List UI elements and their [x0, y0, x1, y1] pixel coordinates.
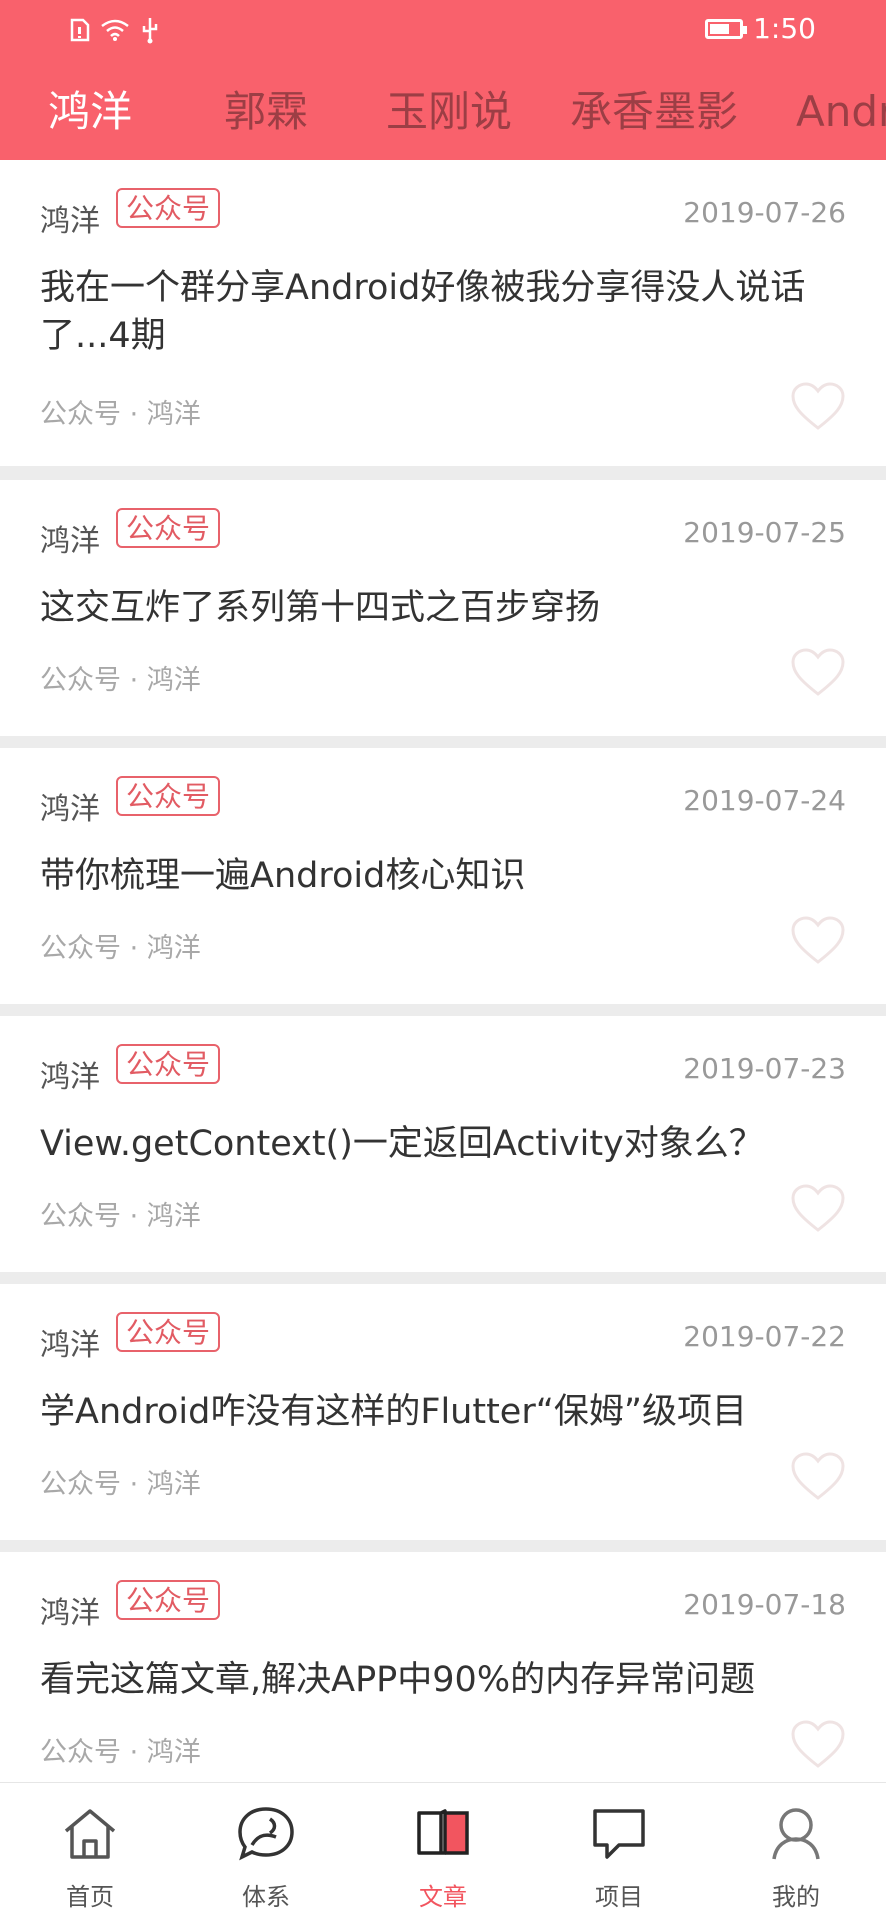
article-author: 鸿洋	[40, 1328, 100, 1363]
article-meta: 公众号 · 鸿洋	[40, 1201, 201, 1232]
battery-icon	[705, 18, 748, 39]
status-icons-right: 1:50	[705, 12, 816, 45]
heart-icon[interactable]	[790, 382, 846, 432]
chat-bubble-icon	[238, 1807, 294, 1861]
tab-hongyang[interactable]: 鸿洋	[48, 84, 132, 140]
bottom-nav: 首页 体系 文章 项目 我的	[0, 1782, 886, 1921]
article-title: 看完这篇文章,解决APP中90%的内存异常问题	[40, 1660, 756, 1700]
article-date: 2019-07-25	[683, 516, 846, 549]
article-meta: 公众号 · 鸿洋	[40, 1737, 201, 1768]
usb-icon	[142, 18, 158, 44]
article-tag: 公众号	[116, 508, 221, 548]
heart-icon[interactable]	[790, 916, 846, 966]
message-icon	[593, 1809, 645, 1859]
article-tag: 公众号	[116, 776, 221, 816]
status-bar: 1:50	[0, 0, 886, 66]
article-card[interactable]: 鸿洋 公众号 2019-07-26 我在一个群分享Android好像被我分享得没…	[0, 160, 886, 466]
nav-system-label: 体系	[242, 1883, 290, 1911]
article-title: 带你梳理一遍Android核心知识	[40, 856, 526, 896]
article-title: View.getContext()一定返回Activity对象么？	[40, 1124, 764, 1164]
article-card[interactable]: 鸿洋 公众号 2019-07-23 View.getContext()一定返回A…	[0, 1016, 886, 1272]
article-author: 鸿洋	[40, 524, 100, 559]
wifi-icon	[101, 19, 129, 41]
article-date: 2019-07-18	[683, 1588, 846, 1621]
heart-icon[interactable]	[790, 1720, 846, 1770]
article-card[interactable]: 鸿洋 公众号 2019-07-24 带你梳理一遍Android核心知识 公众号 …	[0, 748, 886, 1004]
article-tag: 公众号	[116, 1312, 221, 1352]
article-tag: 公众号	[116, 1580, 221, 1620]
article-card[interactable]: 鸿洋 公众号 2019-07-18 看完这篇文章,解决APP中90%的内存异常问…	[0, 1552, 886, 1812]
person-icon	[772, 1808, 820, 1860]
app-header: 1:50 鸿洋 郭霖 玉刚说 承香墨影 Andro	[0, 0, 886, 160]
heart-icon[interactable]	[790, 1184, 846, 1234]
article-date: 2019-07-23	[683, 1052, 846, 1085]
article-date: 2019-07-24	[683, 784, 846, 817]
nav-home-label: 首页	[66, 1883, 114, 1911]
tab-yugangshuo[interactable]: 玉刚说	[386, 84, 512, 140]
article-meta: 公众号 · 鸿洋	[40, 933, 201, 964]
nav-articles-label: 文章	[419, 1883, 467, 1911]
article-title: 这交互炸了系列第十四式之百步穿扬	[40, 588, 601, 628]
nav-mine-label: 我的	[772, 1883, 820, 1911]
heart-icon[interactable]	[790, 648, 846, 698]
article-tag: 公众号	[116, 188, 221, 228]
article-meta: 公众号 · 鸿洋	[40, 399, 201, 430]
article-tag: 公众号	[116, 1044, 221, 1084]
article-author: 鸿洋	[40, 204, 100, 239]
article-author: 鸿洋	[40, 1596, 100, 1631]
status-icons-left	[70, 16, 160, 44]
heart-icon[interactable]	[790, 1452, 846, 1502]
article-title: 学Android咋没有这样的Flutter“保姆”级项目	[40, 1392, 747, 1432]
category-tabs: 鸿洋 郭霖 玉刚说 承香墨影 Andro	[0, 84, 886, 144]
tab-chengxiangmoying[interactable]: 承香墨影	[570, 84, 738, 140]
status-time: 1:50	[753, 12, 816, 45]
home-icon	[64, 1809, 116, 1859]
article-title: 我在一个群分享Android好像被我分享得没人说话了...4期	[40, 268, 806, 356]
article-card[interactable]: 鸿洋 公众号 2019-07-22 学Android咋没有这样的Flutter“…	[0, 1284, 886, 1540]
article-date: 2019-07-22	[683, 1320, 846, 1353]
book-icon	[417, 1809, 469, 1855]
article-author: 鸿洋	[40, 1060, 100, 1095]
tab-guolin[interactable]: 郭霖	[224, 84, 308, 140]
article-card[interactable]: 鸿洋 公众号 2019-07-25 这交互炸了系列第十四式之百步穿扬 公众号 ·…	[0, 480, 886, 736]
sim-icon	[70, 18, 90, 42]
article-meta: 公众号 · 鸿洋	[40, 1469, 201, 1500]
article-meta: 公众号 · 鸿洋	[40, 665, 201, 696]
article-author: 鸿洋	[40, 792, 100, 827]
nav-projects-label: 项目	[595, 1883, 643, 1911]
article-date: 2019-07-26	[683, 196, 846, 229]
tab-android[interactable]: Andro	[796, 84, 886, 140]
